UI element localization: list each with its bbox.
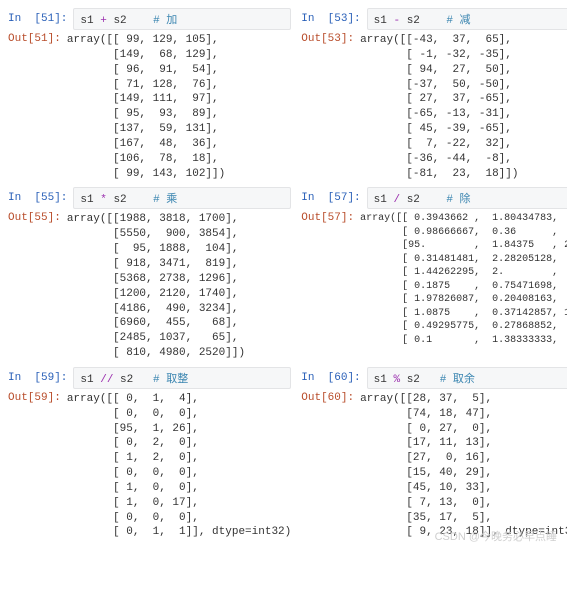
comment: # 取整 <box>153 374 188 386</box>
cell-floordiv: In [59]: s1 // s2 # 取整 Out[59]: array([[… <box>8 367 291 540</box>
out-prompt: Out[59]: <box>8 392 67 404</box>
cell-mod: In [60]: s1 % s2 # 取余 Out[60]: array([[2… <box>301 367 567 540</box>
comment: # 乘 <box>153 194 177 206</box>
input-row: In [59]: s1 // s2 # 取整 <box>8 367 291 389</box>
array-output: array([[ 99, 129, 105], [149, 68, 129], … <box>67 33 225 181</box>
in-prompt: In [55]: <box>8 192 73 204</box>
in-prompt: In [60]: <box>301 372 366 384</box>
output-row: Out[57]: array([[ 0.3943662 , 1.80434783… <box>301 212 567 347</box>
operand: s2 <box>400 194 446 206</box>
watermark: CSDN @今晚务必早点睡 <box>435 528 557 544</box>
operand: s2 <box>107 194 153 206</box>
code-input[interactable]: s1 % s2 # 取余 <box>367 367 567 389</box>
operand: s1 <box>374 194 394 206</box>
code-input[interactable]: s1 + s2 # 加 <box>73 8 291 30</box>
operator: * <box>100 194 107 206</box>
operator: // <box>100 374 113 386</box>
code-input[interactable]: s1 / s2 # 除 <box>367 187 567 209</box>
array-output: array([[1988, 3818, 1700], [5550, 900, 3… <box>67 212 245 360</box>
in-prompt: In [53]: <box>301 13 366 25</box>
out-prompt: Out[53]: <box>301 33 360 45</box>
out-prompt: Out[51]: <box>8 33 67 45</box>
operand: s1 <box>374 15 394 27</box>
in-prompt: In [59]: <box>8 372 73 384</box>
code-input[interactable]: s1 - s2 # 减 <box>367 8 567 30</box>
cell-add: In [51]: s1 + s2 # 加 Out[51]: array([[ 9… <box>8 8 291 181</box>
comment: # 减 <box>446 15 470 27</box>
in-prompt: In [51]: <box>8 13 73 25</box>
array-output: array([[ 0.3943662 , 1.80434783, 4.25 ],… <box>360 212 567 347</box>
input-row: In [60]: s1 % s2 # 取余 <box>301 367 567 389</box>
operator: + <box>100 15 107 27</box>
out-prompt: Out[60]: <box>301 392 360 404</box>
operand: s2 <box>113 374 153 386</box>
cell-mul: In [55]: s1 * s2 # 乘 Out[55]: array([[19… <box>8 187 291 360</box>
out-prompt: Out[55]: <box>8 212 67 224</box>
out-prompt: Out[57]: <box>301 212 360 224</box>
in-prompt: In [57]: <box>301 192 366 204</box>
array-output: array([[28, 37, 5], [74, 18, 47], [ 0, 2… <box>360 392 567 540</box>
input-row: In [55]: s1 * s2 # 乘 <box>8 187 291 209</box>
input-row: In [51]: s1 + s2 # 加 <box>8 8 291 30</box>
array-output: array([[ 0, 1, 4], [ 0, 0, 0], [95, 1, 2… <box>67 392 291 540</box>
code-input[interactable]: s1 * s2 # 乘 <box>73 187 291 209</box>
comment: # 除 <box>446 194 470 206</box>
operand: s1 <box>80 194 100 206</box>
output-row: Out[51]: array([[ 99, 129, 105], [149, 6… <box>8 33 291 181</box>
input-row: In [53]: s1 - s2 # 减 <box>301 8 567 30</box>
comment: # 取余 <box>440 374 475 386</box>
output-row: Out[60]: array([[28, 37, 5], [74, 18, 47… <box>301 392 567 540</box>
operand: s2 <box>400 15 446 27</box>
operand: s1 <box>80 15 100 27</box>
output-row: Out[53]: array([[-43, 37, 65], [ -1, -32… <box>301 33 567 181</box>
code-input[interactable]: s1 // s2 # 取整 <box>73 367 291 389</box>
operand: s1 <box>374 374 394 386</box>
operand: s2 <box>400 374 440 386</box>
operand: s2 <box>107 15 153 27</box>
comment: # 加 <box>153 15 177 27</box>
input-row: In [57]: s1 / s2 # 除 <box>301 187 567 209</box>
cell-sub: In [53]: s1 - s2 # 减 Out[53]: array([[-4… <box>301 8 567 181</box>
array-output: array([[-43, 37, 65], [ -1, -32, -35], [… <box>360 33 518 181</box>
cell-div: In [57]: s1 / s2 # 除 Out[57]: array([[ 0… <box>301 187 567 360</box>
output-row: Out[59]: array([[ 0, 1, 4], [ 0, 0, 0], … <box>8 392 291 540</box>
output-row: Out[55]: array([[1988, 3818, 1700], [555… <box>8 212 291 360</box>
operand: s1 <box>80 374 100 386</box>
